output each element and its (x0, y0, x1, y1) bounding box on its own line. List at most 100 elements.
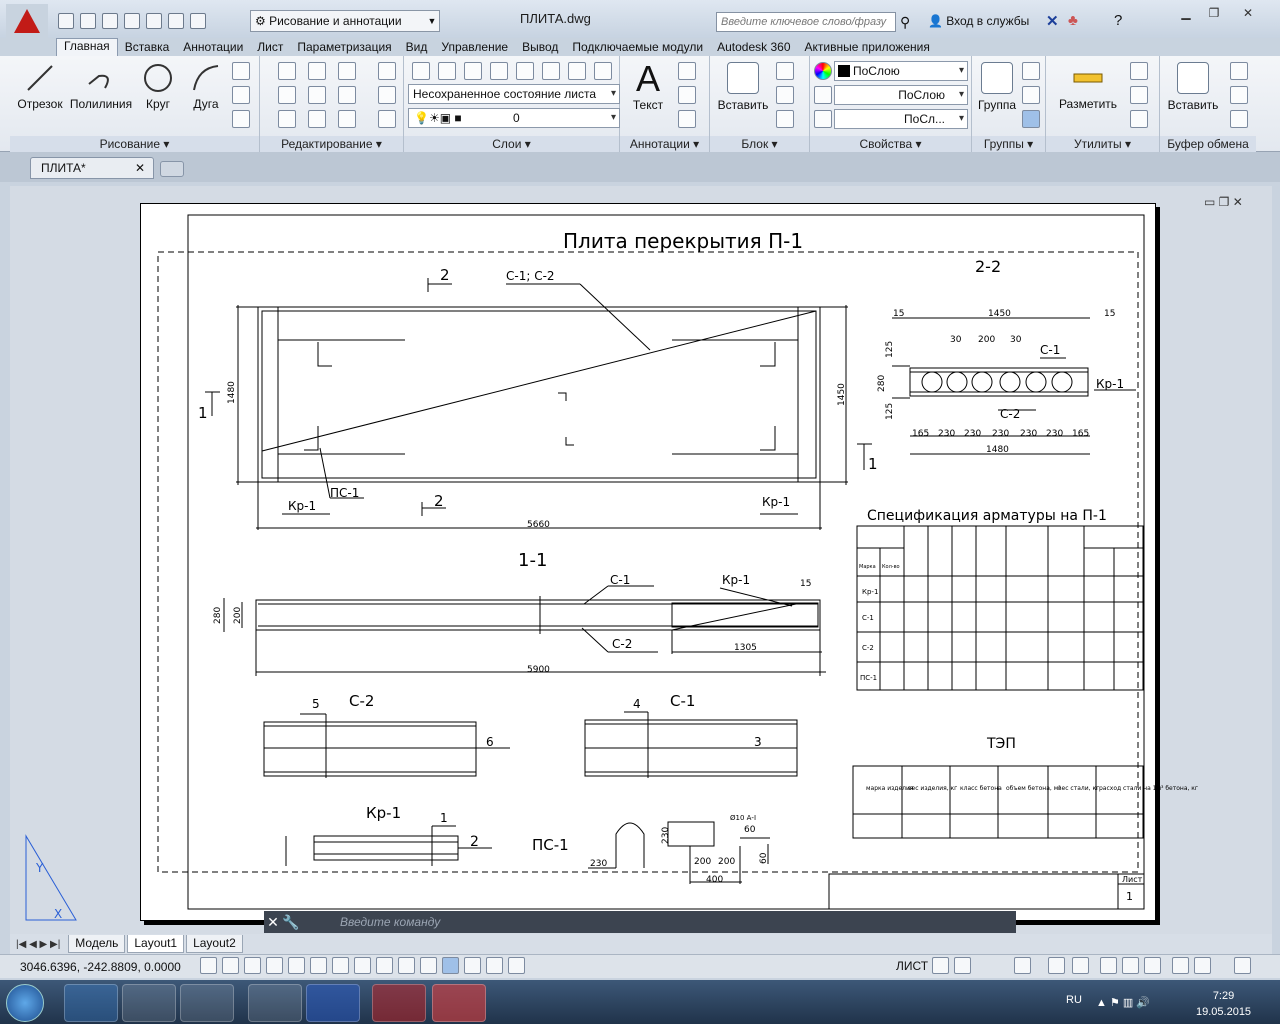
dim-165-b: 165 (1072, 429, 1089, 439)
label-pos-6: 6 (486, 735, 494, 749)
label-c1-section: С-1 (610, 573, 630, 587)
tab-model[interactable]: Модель (68, 935, 126, 953)
spec-row-c1: С-1 (862, 614, 874, 622)
paper-space-toggle[interactable]: ЛИСТ (896, 959, 928, 973)
dim-165-a: 165 (912, 429, 929, 439)
dim-60: 60 (744, 825, 756, 835)
section11-title: 1-1 (518, 550, 547, 571)
osnap-icon[interactable] (310, 957, 327, 974)
wrench-icon[interactable]: 🔧 (282, 914, 300, 931)
tep-header-2: класс бетона (960, 785, 1002, 792)
ie-icon[interactable] (64, 984, 118, 1022)
polar-icon[interactable] (288, 957, 305, 974)
chrome-icon[interactable] (248, 984, 302, 1022)
label-c2-section: С-2 (612, 637, 632, 651)
label-c1c2: С-1; С-2 (506, 269, 555, 283)
section22-title: 2-2 (975, 257, 1001, 276)
rebar-note: Ø10 А-I (730, 814, 756, 822)
dim-5900: 5900 (527, 665, 550, 675)
ucs-x-label: X (54, 907, 62, 921)
dim-200-a: 200 (978, 335, 995, 345)
lock-icon[interactable] (1122, 957, 1139, 974)
otrack-icon[interactable] (354, 957, 371, 974)
acrobat-icon[interactable] (372, 984, 426, 1022)
sheet-frame (187, 214, 1145, 910)
label-pos-3: 3 (754, 735, 762, 749)
language-indicator[interactable]: RU (1066, 994, 1082, 1006)
command-input[interactable]: Введите команду (340, 915, 440, 929)
label-pos-5: 5 (312, 697, 320, 711)
label-c1-22: С-1 (1040, 343, 1060, 357)
command-line[interactable]: ✕ 🔧 Введите команду (264, 911, 1016, 933)
dyn-icon[interactable] (398, 957, 415, 974)
quick-props-icon[interactable] (464, 957, 481, 974)
spec-title: Спецификация арматуры на П-1 (867, 508, 1107, 524)
start-button[interactable] (6, 984, 44, 1022)
dim-280-section: 280 (213, 607, 223, 624)
spec-header-mark: Марка (859, 564, 876, 570)
clean-screen-icon[interactable] (1234, 957, 1251, 974)
infer-icon[interactable] (200, 957, 217, 974)
quick-view-drawings-icon[interactable] (954, 957, 971, 974)
annotation-visibility-icon[interactable] (1072, 957, 1089, 974)
close-icon[interactable]: ✕ (264, 914, 282, 931)
label-kp1-section: Кр-1 (722, 573, 750, 587)
annotation-scale-icon[interactable] (1048, 957, 1065, 974)
annotation-monitor-icon[interactable] (508, 957, 525, 974)
label-pos-4: 4 (633, 697, 641, 711)
dim-1305: 1305 (734, 643, 757, 653)
label-section-2-top: 2 (440, 266, 450, 284)
ortho-icon[interactable] (266, 957, 283, 974)
drawing-title: Плита перекрытия П-1 (563, 229, 803, 253)
dim-125-bottom: 125 (885, 403, 895, 420)
tep-header-0: марка изделия (866, 785, 914, 792)
tray-icons[interactable]: ▲ ⚑ ▥ 🔊 (1096, 996, 1150, 1009)
label-section-1-right: 1 (868, 455, 878, 473)
explorer-icon[interactable] (180, 984, 234, 1022)
label-kp1-right: Кр-1 (762, 495, 790, 509)
dim-230-e: 230 (1046, 429, 1063, 439)
dim-200-section: 200 (233, 607, 243, 624)
3dosnap-icon[interactable] (332, 957, 349, 974)
snap-icon[interactable] (222, 957, 239, 974)
clock[interactable]: 7:29 19.05.2015 (1196, 988, 1251, 1020)
maximize-viewport-icon[interactable] (1014, 957, 1031, 974)
label-pc1-detail: ПС-1 (532, 836, 569, 854)
spec-row-c2: С-2 (862, 644, 874, 652)
coordinates-readout[interactable]: 3046.6396, -242.8809, 0.0000 (20, 960, 181, 974)
tep-header-5: расход стали на 1м³ бетона, кг (1099, 785, 1198, 792)
word-icon[interactable] (306, 984, 360, 1022)
dim-1480-plan: 1480 (227, 381, 237, 404)
lineweight-toggle-icon[interactable] (420, 957, 437, 974)
dim-1450-section: 1450 (988, 309, 1011, 319)
workspace-switch-icon[interactable] (1100, 957, 1117, 974)
media-player-icon[interactable] (122, 984, 176, 1022)
dim-5660: 5660 (527, 520, 550, 530)
dim-230-c: 230 (992, 429, 1009, 439)
dim-125-top: 125 (885, 341, 895, 358)
label-pos-2: 2 (470, 834, 479, 850)
label-pc1-plan: ПС-1 (330, 486, 359, 500)
transparency-icon[interactable] (442, 957, 459, 974)
grid-icon[interactable] (244, 957, 261, 974)
tab-layout1[interactable]: Layout1 (127, 935, 185, 953)
isolate-objects-icon[interactable] (1172, 957, 1189, 974)
dim-1480-section: 1480 (986, 445, 1009, 455)
label-c1-detail: С-1 (670, 692, 695, 710)
bulb-status-icon[interactable] (1194, 957, 1211, 974)
drawing-svg: Плита перекрытия П-1 2-2 1-1 Спецификаци… (25, 214, 1198, 921)
label-kp1-22: Кр-1 (1096, 377, 1124, 391)
layout-tabs-bar: |◀ ◀ ▶ ▶| Модель Layout1 Layout2 (10, 934, 1272, 954)
slab-plan-outline (257, 306, 821, 483)
dim-15-left: 15 (893, 309, 904, 319)
selection-cycling-icon[interactable] (486, 957, 503, 974)
ducs-icon[interactable] (376, 957, 393, 974)
label-c2-detail: С-2 (349, 692, 374, 710)
autocad-taskbar-icon[interactable] (432, 984, 486, 1022)
spec-row-kp1: Кр-1 (862, 588, 878, 596)
layout-nav-icon[interactable]: |◀ ◀ ▶ ▶| (10, 939, 66, 950)
dim-15-right: 15 (1104, 309, 1115, 319)
quick-view-layouts-icon[interactable] (932, 957, 949, 974)
tab-layout2[interactable]: Layout2 (186, 935, 243, 953)
hardware-accel-icon[interactable] (1144, 957, 1161, 974)
